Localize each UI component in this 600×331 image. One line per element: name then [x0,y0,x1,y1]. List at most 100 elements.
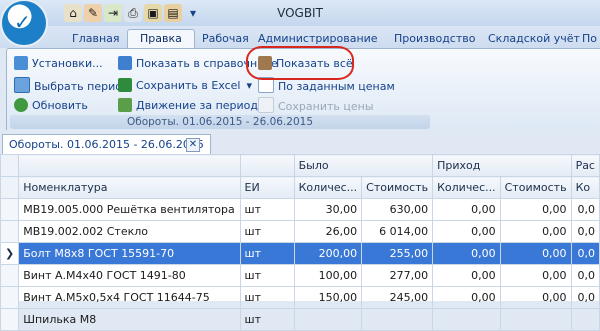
column-header-unit[interactable]: ЕИ [239,176,295,199]
group-header-empty [18,154,241,177]
settings-label: Установки... [32,57,103,70]
row-indicator[interactable] [0,308,20,331]
cell-name[interactable]: МВ19.002.002 Стекло [18,220,241,243]
cell-cost[interactable]: 6 014,00 [361,220,434,243]
cell-unit[interactable]: шт [239,264,295,287]
cell-qty[interactable]: 100,00 [293,264,363,287]
cell-unit[interactable]: шт [239,242,295,265]
cell-income-qty[interactable]: 0,00 [432,220,501,243]
tab-work[interactable]: Рабочая [202,30,249,48]
row-indicator[interactable] [0,286,20,309]
group-header-expense: Рас [570,154,600,177]
ribbon-group-caption: Обороты. 01.06.2015 - 26.06.2015 [10,115,430,129]
close-icon[interactable]: ✕ [186,138,200,152]
excel-icon [118,78,132,92]
cell-name[interactable]: Болт М8х8 ГОСТ 15591-70 [18,242,241,265]
save-excel-label: Сохранить в Excel [136,79,241,92]
highlight-annotation [246,46,354,80]
column-header-cost[interactable]: Стоимость [361,176,434,199]
refresh-icon [14,98,28,112]
movement-icon [118,98,132,112]
table-row-selected[interactable]: ❯ Болт М8х8 ГОСТ 15591-70 шт 200,00 255,… [0,242,600,265]
cell-expense-qty[interactable]: 0,0 [570,264,600,287]
turnover-table: Было Приход Рас Номенклатура ЕИ Количес.… [0,154,600,331]
select-period-label: Выбрать период [34,80,130,93]
cell-name[interactable]: Шпилька М8 [18,308,241,331]
by-prices-label: По заданным ценам [278,80,395,93]
table-row[interactable]: МВ19.002.002 Стекло шт 26,00 6 014,00 0,… [0,220,600,243]
cell-income-cost[interactable]: 0,00 [499,264,572,287]
cell-qty[interactable]: 30,00 [293,198,363,221]
chevron-down-icon[interactable]: ▾ [247,79,253,92]
cell-qty[interactable]: 150,00 [293,286,363,309]
column-header-qty[interactable]: Количес... [293,176,363,199]
save-prices-button[interactable]: Сохранить цены [258,97,374,115]
save-prices-label: Сохранить цены [278,100,374,113]
select-period-button[interactable]: Выбрать период [14,77,130,95]
tab-production[interactable]: Производство [394,30,475,48]
row-indicator-current-icon[interactable]: ❯ [0,242,20,265]
save-excel-button[interactable]: Сохранить в Excel ▾ [118,77,252,95]
cell-expense-qty[interactable]: 0,0 [570,286,600,309]
column-header-expense-qty[interactable]: Ко [570,176,600,199]
column-header-income-qty[interactable]: Количес... [432,176,501,199]
cell-cost[interactable]: 255,00 [361,242,434,265]
logo-checkmark-icon: ✓ [14,10,31,34]
cell-income-cost[interactable]: 0,00 [499,242,572,265]
cell-unit[interactable]: шт [239,308,295,331]
movement-label: Движение за период [136,99,259,112]
cell-income-qty[interactable]: 0,00 [432,264,501,287]
cell-expense-qty[interactable]: 0,0 [570,220,600,243]
cell-expense-qty[interactable] [570,308,600,331]
column-header-row: Номенклатура ЕИ Количес... Стоимость Кол… [0,176,600,199]
tab-more[interactable]: По [582,30,597,48]
cell-expense-qty[interactable]: 0,0 [570,242,600,265]
cell-income-cost[interactable]: 0,00 [499,286,572,309]
tab-edit[interactable]: Правка [127,29,195,48]
calendar-icon [14,77,30,93]
row-indicator[interactable] [0,264,20,287]
cell-name[interactable]: Винт А.М4х40 ГОСТ 1491-80 [18,264,241,287]
cell-qty[interactable]: 200,00 [293,242,363,265]
group-header-income: Приход [432,154,572,177]
save-prices-icon [258,97,274,113]
row-indicator[interactable] [0,198,20,221]
cell-cost[interactable]: 277,00 [361,264,434,287]
settings-button[interactable]: Установки... [14,55,103,73]
cell-unit[interactable]: шт [239,220,295,243]
cell-name[interactable]: МВ19.005.000 Решётка вентилятора [18,198,241,221]
cell-qty[interactable] [293,308,363,331]
document-tab[interactable]: Обороты. 01.06.2015 - 26.06.2015 [2,134,211,155]
column-header-income-cost[interactable]: Стоимость [499,176,572,199]
table-row[interactable]: МВ19.005.000 Решётка вентилятора шт 30,0… [0,198,600,221]
table-row[interactable]: Шпилька М8 шт [0,308,600,331]
group-header-empty [239,154,295,177]
cell-income-qty[interactable]: 0,00 [432,286,501,309]
cell-unit[interactable]: шт [239,198,295,221]
cell-income-qty[interactable]: 0,00 [432,198,501,221]
table-row[interactable]: Винт А.М4х40 ГОСТ 1491-80 шт 100,00 277,… [0,264,600,287]
grid-corner [0,176,20,199]
settings-icon [14,56,28,70]
cell-income-qty[interactable]: 0,00 [432,242,501,265]
reference-book-icon [118,56,132,70]
movement-button[interactable]: Движение за период [118,97,258,115]
cell-cost[interactable]: 245,00 [361,286,434,309]
cell-name[interactable]: Винт А.М5х0,5х4 ГОСТ 11644-75 [18,286,241,309]
tab-warehouse[interactable]: Складской учёт [488,30,580,48]
cell-cost[interactable]: 630,00 [361,198,434,221]
table-row[interactable]: Винт А.М5х0,5х4 ГОСТ 11644-75 шт 150,00 … [0,286,600,309]
cell-unit[interactable]: шт [239,286,295,309]
tab-home[interactable]: Главная [72,30,120,48]
column-header-nomenclature[interactable]: Номенклатура [18,176,241,199]
cell-expense-qty[interactable]: 0,0 [570,198,600,221]
group-header-row: Было Приход Рас [0,154,600,177]
cell-income-qty[interactable] [432,308,501,331]
row-indicator[interactable] [0,220,20,243]
cell-qty[interactable]: 26,00 [293,220,363,243]
refresh-button[interactable]: Обновить [14,97,88,115]
cell-income-cost[interactable]: 0,00 [499,198,572,221]
cell-cost[interactable] [361,308,434,331]
cell-income-cost[interactable]: 0,00 [499,220,572,243]
cell-income-cost[interactable] [499,308,572,331]
